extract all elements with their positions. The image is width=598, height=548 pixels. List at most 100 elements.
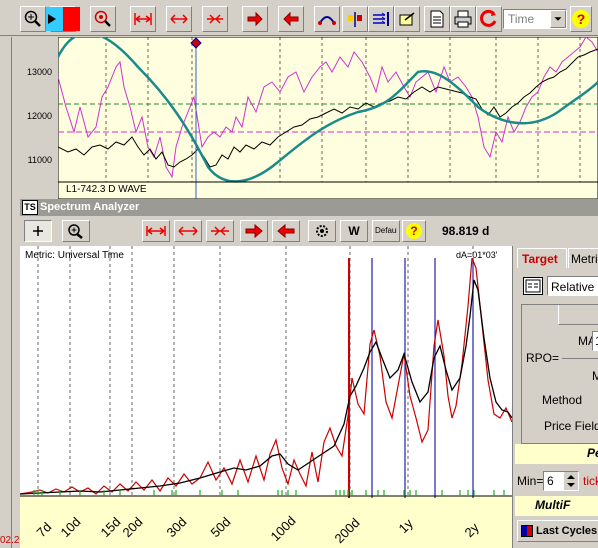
spectrum-expand-button[interactable] bbox=[174, 220, 202, 242]
m-label: M bbox=[592, 369, 598, 383]
balance-icon bbox=[348, 12, 362, 27]
y-tick-13000: 13000 bbox=[26, 67, 52, 77]
tab-target[interactable]: Target bbox=[517, 248, 567, 268]
crosshair-button[interactable] bbox=[24, 220, 52, 242]
arrow-right-icon bbox=[245, 223, 263, 239]
left-edge-strip bbox=[0, 37, 12, 548]
period-value: 98.819 d bbox=[442, 224, 490, 238]
spectrum-titlebar[interactable]: TS Spectrum Analyzer bbox=[20, 199, 598, 216]
printer-icon bbox=[454, 10, 472, 28]
compress-button[interactable] bbox=[202, 6, 228, 32]
last-cycles-label: Last Cycles bbox=[536, 525, 598, 537]
zoom-button[interactable] bbox=[20, 6, 46, 32]
print-button[interactable] bbox=[450, 6, 476, 32]
help-icon: ? bbox=[406, 223, 422, 239]
spectrum-left-button[interactable] bbox=[272, 220, 300, 242]
color-swatch-icon bbox=[46, 7, 80, 31]
time-select[interactable]: Time bbox=[503, 9, 567, 29]
min-stepper[interactable]: 6 bbox=[543, 471, 579, 491]
document-icon bbox=[430, 10, 444, 28]
magnifier-target-icon bbox=[94, 10, 111, 27]
scroll-left-button[interactable] bbox=[278, 6, 304, 32]
tab-target-label: Target bbox=[522, 252, 558, 266]
min-label: Min= bbox=[517, 474, 544, 488]
ticks-label: tick bbox=[583, 474, 598, 488]
spectrum-chart[interactable]: 7d 10d 15d 20d 30d 50d 100d 200d 1y 2y bbox=[20, 246, 512, 548]
arrow-left-icon bbox=[277, 223, 295, 239]
min-value: 6 bbox=[547, 474, 554, 488]
bracket-arrows-icon bbox=[146, 226, 166, 236]
color-button[interactable] bbox=[46, 6, 80, 32]
balance-button[interactable] bbox=[342, 6, 368, 32]
expand-button[interactable] bbox=[166, 6, 192, 32]
arrow-right-icon bbox=[247, 11, 263, 27]
spectrum-stretch-button[interactable] bbox=[142, 220, 170, 242]
tab-metric[interactable]: Metric bbox=[568, 248, 598, 268]
pe-header: Pe bbox=[515, 444, 598, 464]
spectrum-right-button[interactable] bbox=[240, 220, 268, 242]
inward-arrows-icon bbox=[211, 226, 229, 236]
rpo-group: MA1 1 RPO= M Method Price Field bbox=[521, 304, 598, 444]
right-panel: Target Metric Relative MA1 1 RPO= M Meth… bbox=[512, 246, 598, 548]
ma1-input[interactable]: 1 bbox=[592, 331, 598, 351]
pe-label: Pe bbox=[587, 446, 598, 460]
wave-label: L1-742.3 D WAVE bbox=[66, 184, 147, 195]
tab-metric-label: Metric bbox=[571, 252, 598, 266]
relative-row: Relative bbox=[521, 276, 598, 298]
settings-button[interactable] bbox=[308, 220, 336, 242]
arc-icon bbox=[318, 16, 336, 25]
w-label: W bbox=[348, 224, 360, 238]
ts-logo-icon: TS bbox=[22, 200, 38, 215]
method-label: Method bbox=[542, 393, 583, 407]
price-field-label: Price Field bbox=[544, 419, 598, 433]
default-label: Default bbox=[375, 227, 397, 235]
stretch-button[interactable] bbox=[130, 6, 156, 32]
gear-icon bbox=[316, 225, 328, 237]
spectrum-title: Spectrum Analyzer bbox=[40, 201, 140, 213]
chart-type-icon[interactable] bbox=[523, 277, 543, 295]
spectrum-help-button[interactable]: ? bbox=[402, 220, 426, 242]
rpo-label: RPO= bbox=[526, 351, 560, 365]
arrow-left-icon bbox=[283, 11, 299, 27]
spectrum-axis-band bbox=[20, 496, 512, 548]
stepper-arrows-icon bbox=[567, 475, 575, 487]
main-toolbar: Time ? bbox=[0, 0, 598, 36]
last-cycles-icon bbox=[521, 525, 533, 537]
spectrum-toolbar: W Default ? 98.819 d bbox=[20, 216, 598, 246]
da-label: dA=01*03' bbox=[456, 250, 498, 260]
stepper-buttons[interactable] bbox=[564, 472, 578, 490]
price-y-axis: 13000 12000 11000 bbox=[12, 37, 58, 199]
help-button[interactable]: ? bbox=[570, 6, 592, 32]
document-button[interactable] bbox=[424, 6, 450, 32]
zoom-out-button[interactable] bbox=[90, 6, 116, 32]
export-icon bbox=[399, 12, 415, 26]
magnifier-plus-icon bbox=[24, 10, 41, 27]
last-cycles-button[interactable]: Last Cycles bbox=[517, 520, 598, 542]
price-chart[interactable] bbox=[58, 37, 598, 199]
multif-header: MultiF bbox=[515, 496, 598, 516]
default-button[interactable]: Default bbox=[372, 220, 400, 242]
refresh-button[interactable] bbox=[476, 6, 502, 32]
time-select-dropdown[interactable] bbox=[550, 10, 566, 28]
metric-label: Metric: Universal Time bbox=[25, 250, 124, 261]
relative-select[interactable]: Relative bbox=[547, 276, 598, 296]
align-arrows-icon bbox=[373, 12, 389, 26]
spectrum-zoom-button[interactable] bbox=[62, 220, 90, 242]
scroll-right-button[interactable] bbox=[242, 6, 268, 32]
align-button[interactable] bbox=[368, 6, 394, 32]
y-tick-11000: 11000 bbox=[27, 155, 52, 165]
multif-label: MultiF bbox=[535, 498, 571, 512]
w-button[interactable]: W bbox=[340, 220, 368, 242]
magnifier-icon bbox=[68, 224, 83, 239]
rpo-divider bbox=[562, 358, 598, 359]
rpo-tab-strip bbox=[558, 305, 598, 325]
double-arrow-icon bbox=[178, 226, 198, 236]
y-tick-12000: 12000 bbox=[26, 111, 52, 121]
crosshair-icon bbox=[33, 226, 43, 236]
spectrum-compress-button[interactable] bbox=[206, 220, 234, 242]
export-button[interactable] bbox=[394, 6, 420, 32]
cycle-button[interactable] bbox=[314, 6, 340, 32]
inward-arrows-icon bbox=[207, 14, 223, 24]
left-edge-label: 02.2 bbox=[0, 535, 20, 546]
time-select-value: Time bbox=[508, 12, 535, 26]
